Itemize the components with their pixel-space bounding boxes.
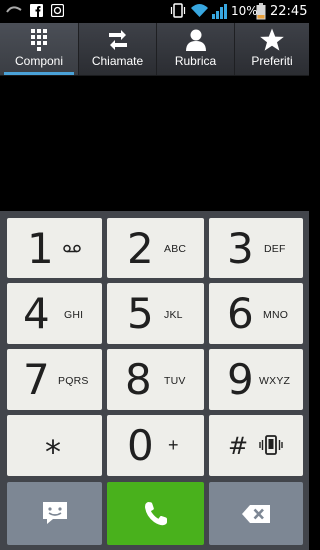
dialpad-icon: [31, 29, 47, 51]
key-letters: DEF: [264, 243, 286, 255]
vibrate-icon: [170, 3, 186, 18]
key-letters: TUV: [164, 375, 186, 387]
key-digit: 8: [125, 355, 152, 404]
key-3[interactable]: 3 DEF: [209, 218, 303, 278]
key-star[interactable]: *: [7, 415, 102, 476]
key-letters: WXYZ: [259, 375, 291, 387]
key-letters: +: [168, 435, 179, 455]
key-6[interactable]: 6 MNO: [209, 283, 303, 344]
key-digit: 9: [227, 355, 254, 404]
star-icon: [260, 28, 284, 51]
key-4[interactable]: 4 GHI: [7, 283, 102, 344]
key-digit: 7: [23, 355, 50, 404]
key-digit: 5: [127, 289, 154, 338]
backspace-icon: [242, 505, 270, 523]
wifi-icon: [191, 4, 208, 17]
key-hash[interactable]: #: [209, 415, 303, 476]
battery-icon: [256, 3, 266, 20]
key-digit: 6: [227, 289, 254, 338]
tab-label: Preferiti: [251, 54, 293, 68]
key-digit: 4: [23, 289, 50, 338]
key-digit: 3: [227, 224, 254, 273]
message-icon: [43, 502, 67, 524]
key-digit: 0: [127, 421, 154, 470]
tab-rubrica[interactable]: Rubrica: [157, 23, 234, 75]
tab-label: Chiamate: [91, 54, 144, 68]
key-letters: GHI: [64, 309, 84, 321]
tab-componi[interactable]: Componi: [0, 23, 78, 75]
message-button[interactable]: [7, 482, 102, 545]
key-5[interactable]: 5 JKL: [107, 283, 204, 344]
delete-button[interactable]: [209, 482, 303, 545]
key-0[interactable]: 0 +: [107, 415, 204, 476]
tab-preferiti[interactable]: Preferiti: [235, 23, 309, 75]
key-letters: ABC: [164, 243, 187, 255]
clock: 22:45: [270, 4, 308, 19]
tab-label: Componi: [14, 54, 64, 68]
call-icon: [145, 502, 167, 526]
number-display[interactable]: [0, 76, 309, 211]
voicemail-icon: [6, 6, 22, 13]
vibrate-icon: [259, 435, 283, 455]
battery-percent: 10%: [231, 4, 258, 18]
call-log-icon: [108, 30, 127, 50]
signal-icon: [212, 4, 227, 19]
call-button[interactable]: [107, 482, 204, 545]
status-bar: 10% 22:45: [0, 0, 309, 23]
key-2[interactable]: 2 ABC: [107, 218, 204, 278]
app-notification-icon: [51, 4, 64, 17]
key-letters: JKL: [164, 309, 183, 321]
key-digit: #: [228, 432, 249, 460]
tab-bar: Componi Chiamate Rubrica Preferiti: [0, 23, 309, 76]
tab-chiamate[interactable]: Chiamate: [79, 23, 156, 75]
key-letters: PQRS: [58, 375, 89, 387]
voicemail-icon: [63, 244, 81, 253]
tab-label: Rubrica: [174, 54, 217, 68]
key-9[interactable]: 9 WXYZ: [209, 349, 303, 410]
facebook-icon: [30, 4, 43, 17]
key-digit: *: [45, 433, 61, 471]
key-digit: 2: [127, 224, 154, 273]
key-1[interactable]: 1: [7, 218, 102, 278]
dialpad: 1 2 ABC 3 DEF 4 GHI 5 JKL 6 MNO 7 PQRS 8…: [0, 211, 309, 550]
key-letters: MNO: [263, 309, 289, 321]
contacts-icon: [185, 29, 206, 51]
key-7[interactable]: 7 PQRS: [7, 349, 102, 410]
key-digit: 1: [27, 224, 54, 273]
key-8[interactable]: 8 TUV: [107, 349, 204, 410]
